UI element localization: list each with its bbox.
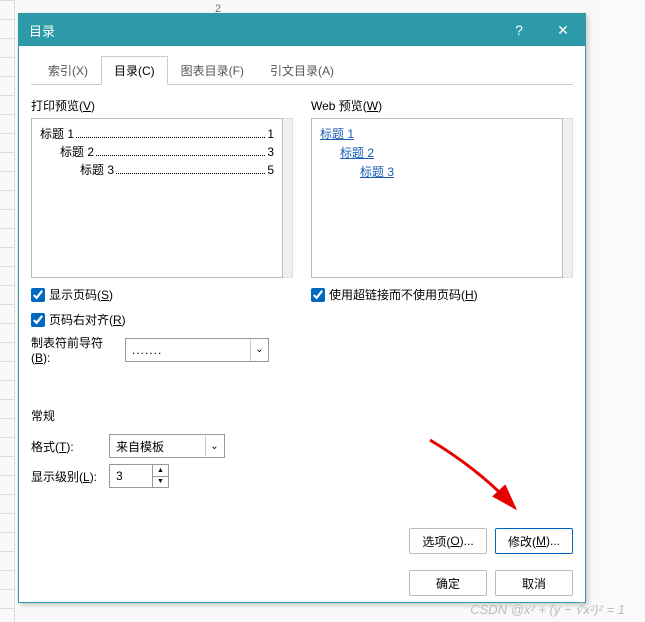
web-preview-box: 标题 1 标题 2 标题 3 (311, 118, 563, 278)
hyperlinks-label: 使用超链接而不使用页码(H) (329, 286, 478, 303)
format-select[interactable]: 来自模板 ⌄ (109, 434, 225, 458)
web-preview-label: Web 预览(W) (311, 97, 573, 114)
modify-button[interactable]: 修改(M)... (495, 528, 573, 554)
leader-select[interactable]: ⌄ (125, 338, 269, 362)
options-button[interactable]: 选项(O)... (409, 528, 487, 554)
web-link[interactable]: 标题 1 (320, 125, 554, 142)
spinner-up-icon[interactable]: ▲ (153, 464, 169, 476)
web-preview-panel: Web 预览(W) 标题 1 标题 2 标题 3 使用超链接而不使用页码(H) (311, 97, 573, 365)
leader-input[interactable] (125, 338, 269, 362)
dialog-title: 目录 (29, 21, 497, 40)
toc-entry: 标题 23 (40, 143, 274, 160)
tab-figures[interactable]: 图表目录(F) (168, 56, 257, 85)
web-link[interactable]: 标题 3 (360, 163, 554, 180)
general-section-label: 常规 (31, 407, 573, 424)
tab-toc[interactable]: 目录(C) (101, 56, 168, 85)
toc-entry: 标题 11 (40, 125, 274, 142)
levels-spinner[interactable]: ▲ ▼ (109, 464, 169, 488)
dialog-footer: 确定 取消 (19, 564, 585, 602)
toc-entry: 标题 35 (40, 161, 274, 178)
hyperlinks-checkbox[interactable] (311, 288, 325, 302)
chevron-down-icon[interactable]: ⌄ (250, 339, 268, 361)
levels-label: 显示级别(L): (31, 468, 103, 485)
tab-citations[interactable]: 引文目录(A) (257, 56, 347, 85)
close-button[interactable]: ✕ (541, 14, 585, 46)
print-preview-label: 打印预览(V) (31, 97, 293, 114)
levels-input[interactable] (109, 464, 153, 488)
cancel-button[interactable]: 取消 (495, 570, 573, 596)
web-link[interactable]: 标题 2 (340, 144, 554, 161)
tab-strip: 索引(X) 目录(C) 图表目录(F) 引文目录(A) (31, 56, 573, 85)
toc-dialog: 目录 ? ✕ 索引(X) 目录(C) 图表目录(F) 引文目录(A) 打印预览(… (18, 13, 586, 603)
show-page-numbers-checkbox[interactable] (31, 288, 45, 302)
print-preview-panel: 打印预览(V) 标题 11 标题 23 标题 35 (31, 97, 293, 365)
right-align-label: 页码右对齐(R) (49, 311, 126, 328)
format-label: 格式(T): (31, 438, 103, 455)
leader-label: 制表符前导符(B): (31, 334, 119, 365)
scrollbar[interactable] (283, 118, 293, 278)
chevron-down-icon[interactable]: ⌄ (205, 436, 223, 456)
help-button[interactable]: ? (497, 14, 541, 46)
show-page-numbers-label: 显示页码(S) (49, 286, 113, 303)
scrollbar[interactable] (563, 118, 573, 278)
titlebar: 目录 ? ✕ (19, 14, 585, 46)
ok-button[interactable]: 确定 (409, 570, 487, 596)
right-align-checkbox[interactable] (31, 313, 45, 327)
print-preview-box: 标题 11 标题 23 标题 35 (31, 118, 283, 278)
spinner-down-icon[interactable]: ▼ (153, 476, 169, 489)
tab-index[interactable]: 索引(X) (35, 56, 101, 85)
